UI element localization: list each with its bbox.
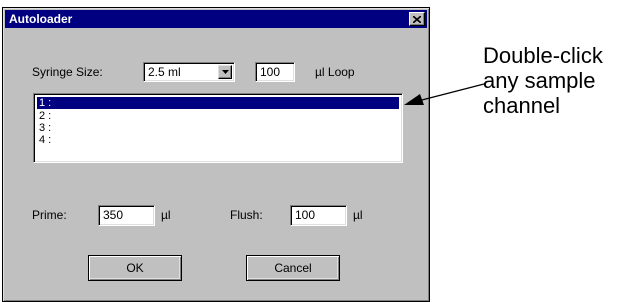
channel-item-2[interactable]: 2 : xyxy=(37,110,399,122)
channel-item-3[interactable]: 3 : xyxy=(37,122,399,134)
syringe-size-label: Syringe Size: xyxy=(32,65,103,79)
callout-line-2: any sample xyxy=(483,68,596,93)
instruction-callout: Double-click any sample channel xyxy=(483,43,633,118)
title-bar[interactable]: Autoloader xyxy=(5,10,427,28)
close-button[interactable] xyxy=(409,12,425,26)
ok-button[interactable]: OK xyxy=(88,255,182,281)
dropdown-button[interactable] xyxy=(218,65,232,79)
channel-item-4[interactable]: 4 : xyxy=(37,134,399,146)
close-icon xyxy=(413,15,421,23)
flush-unit-label: µl xyxy=(353,208,363,222)
arrow-icon xyxy=(404,83,485,105)
autoloader-dialog: Autoloader Syringe Size: 2.5 ml 100 µl L… xyxy=(2,7,430,302)
cancel-button[interactable]: Cancel xyxy=(246,255,340,281)
callout-line-1: Double-click xyxy=(483,43,603,68)
flush-value: 100 xyxy=(295,208,316,222)
loop-volume-input[interactable]: 100 xyxy=(255,62,295,82)
callout-line-3: channel xyxy=(483,93,561,118)
window-title: Autoloader xyxy=(9,12,73,26)
prime-label: Prime: xyxy=(32,208,67,222)
syringe-size-select[interactable]: 2.5 ml xyxy=(143,62,235,82)
flush-input[interactable]: 100 xyxy=(290,205,347,226)
flush-label: Flush: xyxy=(230,208,263,222)
loop-unit-label: µl Loop xyxy=(315,65,355,79)
channel-item-1[interactable]: 1 : xyxy=(37,97,399,109)
chevron-down-icon xyxy=(221,70,229,74)
prime-unit-label: µl xyxy=(161,208,171,222)
loop-volume-value: 100 xyxy=(260,65,281,79)
channel-list[interactable]: 1 : 2 : 3 : 4 : xyxy=(33,93,403,163)
prime-value: 350 xyxy=(103,208,124,222)
prime-input[interactable]: 350 xyxy=(98,205,155,226)
